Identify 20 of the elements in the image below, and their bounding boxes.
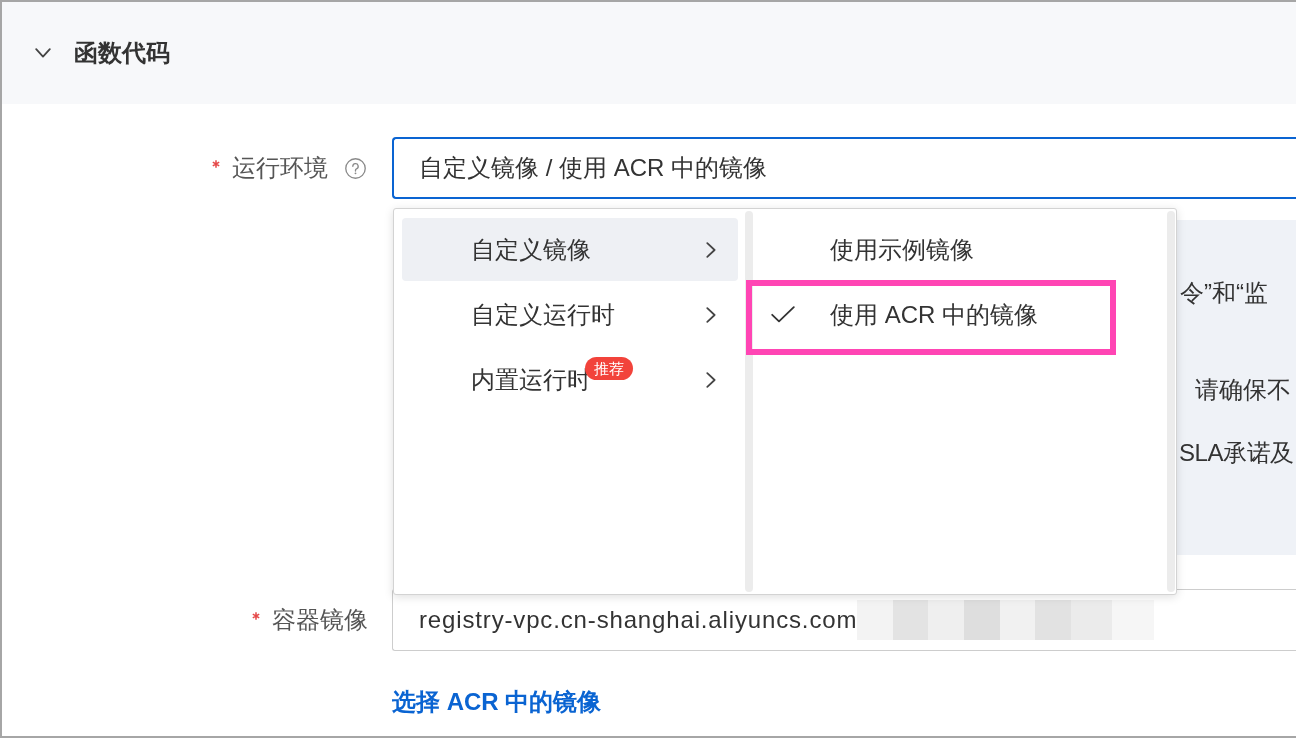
- menu-item[interactable]: 使用示例镜像: [753, 218, 1167, 281]
- chevron-right-icon: [706, 306, 716, 323]
- scrollbar-track[interactable]: [745, 211, 753, 592]
- menu-item[interactable]: 使用 ACR 中的镜像: [753, 283, 1167, 346]
- chevron-down-icon[interactable]: [35, 48, 51, 58]
- menu-item[interactable]: 自定义运行时: [402, 283, 738, 346]
- info-text: SLA承诺及: [1179, 439, 1294, 467]
- help-icon[interactable]: [345, 157, 366, 179]
- info-text: 请确保不: [1195, 376, 1291, 404]
- select-image-link[interactable]: 选择 ACR 中的镜像: [392, 689, 602, 715]
- field-label: 容器镜像: [272, 605, 368, 635]
- text-field[interactable]: registry-vpc.cn-shanghai.aliyuncs.com: [392, 589, 1296, 651]
- select-field[interactable]: 自定义镜像 / 使用 ACR 中的镜像: [392, 137, 1296, 199]
- info-text: 令”和“监: [1180, 279, 1268, 307]
- chevron-right-icon: [706, 371, 716, 388]
- scrollbar-track[interactable]: [1167, 211, 1175, 592]
- section-title: 函数代码: [74, 38, 170, 68]
- menu-item[interactable]: 自定义镜像: [402, 218, 738, 281]
- chevron-right-icon: [706, 241, 716, 258]
- field-label: 运行环境: [232, 153, 328, 183]
